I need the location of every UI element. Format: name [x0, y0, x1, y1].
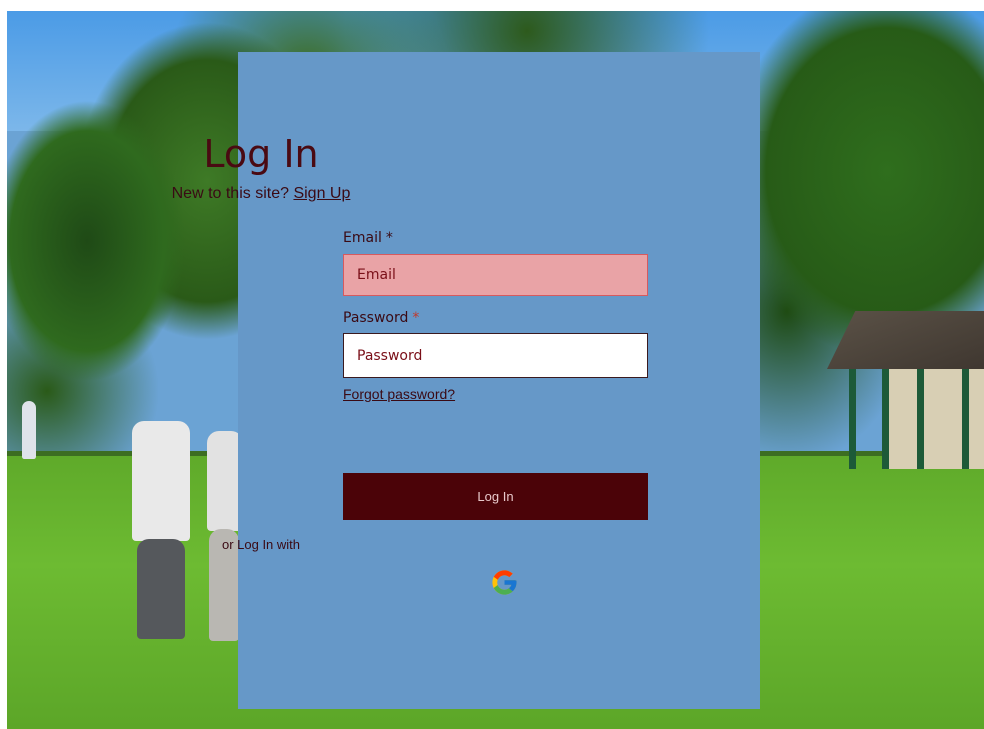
email-label: Email *	[343, 230, 393, 246]
pavilion-post	[882, 369, 889, 469]
alt-login-text: or Log In with	[221, 537, 301, 552]
person-figure	[137, 539, 185, 639]
forgot-password-link[interactable]: Forgot password?	[343, 386, 455, 402]
person-figure	[132, 421, 190, 541]
pavilion-post	[917, 369, 924, 469]
password-placeholder: Password	[357, 347, 423, 364]
pavilion-wall	[887, 369, 984, 469]
required-mark: *	[412, 310, 420, 326]
pavilion-post	[849, 369, 856, 469]
pavilion-post	[962, 369, 969, 469]
password-field[interactable]: Password	[343, 333, 648, 378]
pavilion	[827, 311, 984, 481]
signup-link[interactable]: Sign Up	[293, 185, 350, 202]
google-icon[interactable]	[490, 568, 519, 597]
email-placeholder: Email	[357, 267, 396, 283]
pavilion-roof	[827, 311, 984, 369]
new-to-site-text: New to this site?	[171, 185, 289, 202]
required-mark: *	[385, 230, 393, 246]
email-label-text: Email	[343, 230, 382, 246]
password-label: Password *	[343, 310, 419, 326]
signup-prompt: New to this site? Sign Up	[0, 185, 522, 203]
login-title: Log In	[203, 132, 319, 176]
login-button[interactable]: Log In	[343, 473, 648, 520]
password-label-text: Password	[343, 310, 409, 326]
person-figure	[22, 401, 36, 459]
email-field[interactable]: Email	[343, 254, 648, 296]
